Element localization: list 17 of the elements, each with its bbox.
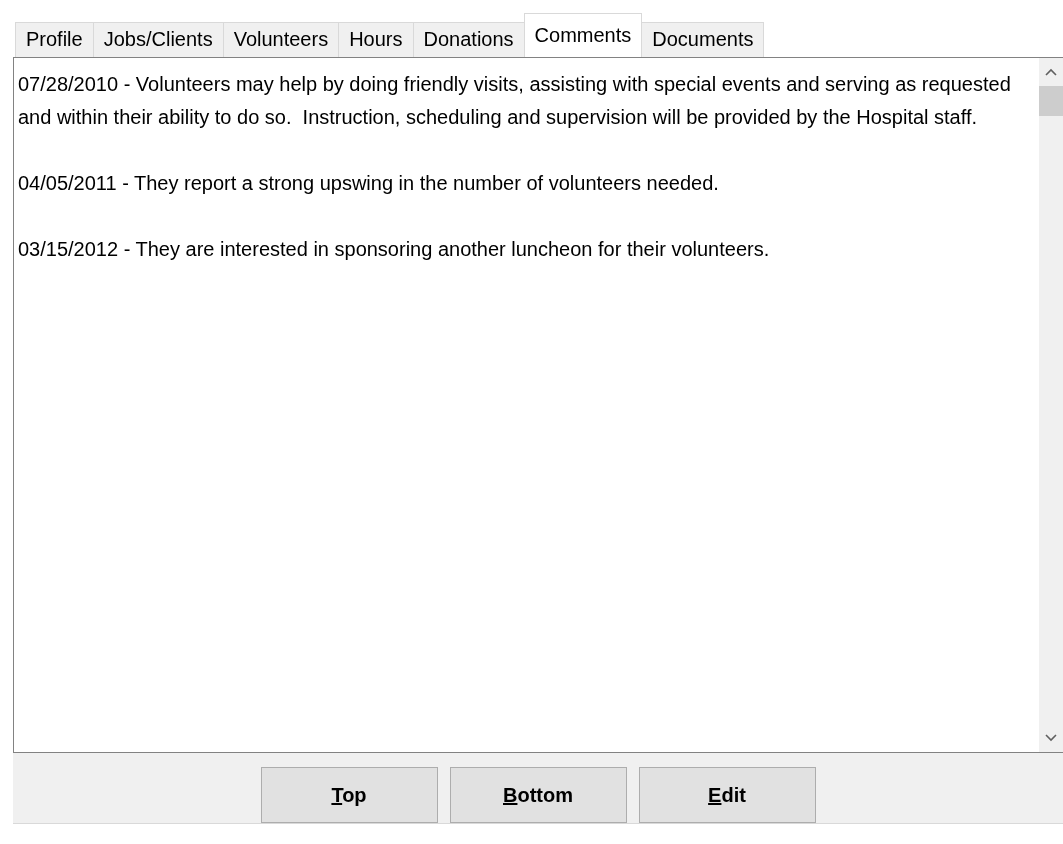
- tab[interactable]: Donations: [412, 21, 525, 57]
- comment-text: 03/15/2012 - They are interested in sponsoring another luncheon for their volunteers.: [18, 236, 771, 262]
- comment-text: 07/28/2010 - Volunteers may help by doing friendly visits, assisting with special events and serving as requested and within their ability to do so. Instruction, scheduling and supervision will be provided by the Hospital staff.: [18, 71, 1012, 130]
- tab[interactable]: Volunteers: [222, 21, 340, 57]
- scroll-up-icon[interactable]: [1045, 67, 1057, 76]
- scroll-down-icon[interactable]: [1045, 734, 1057, 742]
- comments-text-area[interactable]: [13, 56, 1063, 753]
- tab[interactable]: Profile: [15, 21, 94, 57]
- tab[interactable]: Hours: [338, 21, 414, 57]
- action-button[interactable]: Edit: [638, 767, 816, 823]
- action-button[interactable]: Top: [260, 767, 438, 823]
- scrollbar[interactable]: [1039, 57, 1063, 752]
- tab[interactable]: Jobs/Clients: [92, 21, 224, 57]
- tab[interactable]: Documents: [641, 21, 765, 57]
- action-button[interactable]: Bottom: [449, 767, 627, 823]
- scroll-thumb[interactable]: [1039, 85, 1063, 116]
- comment-text: 04/05/2011 - They report a strong upswing in the number of volunteers needed.: [18, 170, 720, 196]
